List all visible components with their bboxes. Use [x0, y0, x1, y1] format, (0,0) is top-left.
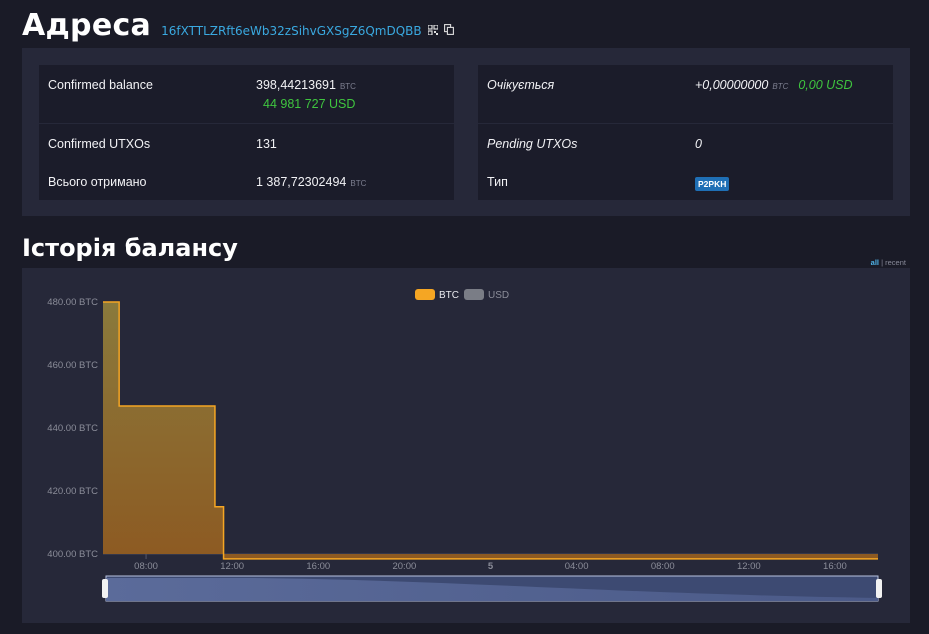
range-recent-link[interactable]: recent [885, 258, 906, 267]
y-tick-label: 420.00 BTC [47, 486, 98, 497]
x-tick-label: 04:00 [565, 561, 589, 572]
range-all-link[interactable]: all [871, 258, 879, 267]
expected-fiat: 0,00 USD [798, 78, 853, 92]
address-summary-panel: Confirmed balance 398,44213691 BTC 44 981… [22, 48, 910, 216]
x-tick-label: 12:00 [737, 561, 761, 572]
legend-swatch-usd [464, 289, 484, 300]
range-toggle: all | recent [871, 258, 906, 267]
balance-history-chart: 400.00 BTC 420.00 BTC 440.00 BTC 460.00 BTC… [22, 268, 910, 623]
legend-item-usd[interactable]: USD [464, 289, 509, 301]
x-tick-label: 08:00 [651, 561, 675, 572]
btc-unit: BTC [350, 179, 367, 188]
y-tick-label: 480.00 BTC [47, 297, 98, 308]
copy-icon[interactable] [443, 24, 454, 38]
type-cell: Тип P2PKH [478, 162, 893, 200]
confirmed-balance-label: Confirmed balance [48, 78, 153, 92]
expected-cell: Очікується +0,00000000 BTC 0,00 USD [478, 65, 893, 123]
x-tick-label: 5 [488, 561, 494, 572]
address-hash[interactable]: 16fXTTLZRft6eWb32zSihvGXSgZ6QmDQBB [161, 24, 422, 38]
x-tick-label: 20:00 [392, 561, 416, 572]
confirmed-utxos-value: 131 [256, 137, 277, 151]
x-tick-label: 08:00 [134, 561, 158, 572]
x-tick-label: 16:00 [823, 561, 847, 572]
legend-label-btc: BTC [439, 290, 459, 301]
expected-value: +0,00000000 BTC 0,00 USD [695, 78, 853, 92]
y-tick-label: 400.00 BTC [47, 549, 98, 560]
total-received-cell: Всього отримано 1 387,72302494 BTC [39, 162, 454, 200]
qr-code-icon[interactable] [427, 24, 439, 38]
pending-utxos-cell: Pending UTXOs 0 [478, 124, 893, 162]
total-received-value: 1 387,72302494 BTC [256, 175, 367, 189]
confirmed-balance-value: 398,44213691 BTC [256, 78, 356, 92]
chart-legend: BTC USD [415, 289, 509, 301]
legend-swatch-btc [415, 289, 435, 300]
btc-balance-area [103, 302, 878, 559]
range-navigator[interactable] [102, 575, 882, 602]
type-label: Тип [487, 175, 508, 189]
x-tick-label: 16:00 [306, 561, 330, 572]
btc-unit: BTC [772, 82, 789, 91]
confirmed-utxos-label: Confirmed UTXOs [48, 137, 151, 151]
type-value: P2PKH [695, 176, 730, 191]
pending-utxos-value: 0 [695, 137, 702, 151]
confirmed-balance-cell: Confirmed balance 398,44213691 BTC 44 981… [39, 65, 454, 123]
page-header: Адреса 16fXTTLZRft6eWb32zSihvGXSgZ6QmDQB… [22, 8, 454, 43]
legend-item-btc[interactable]: BTC [415, 289, 459, 301]
range-separator: | [881, 258, 884, 267]
confirmed-utxos-cell: Confirmed UTXOs 131 [39, 124, 454, 162]
legend-label-usd: USD [488, 290, 509, 301]
y-tick-label: 460.00 BTC [47, 360, 98, 371]
confirmed-balance-fiat: 44 981 727 USD [263, 97, 356, 111]
pending-utxos-label: Pending UTXOs [487, 137, 578, 151]
balance-history-title: Історія балансу [22, 234, 238, 262]
navigator-left-handle[interactable] [102, 579, 108, 598]
total-received-label: Всього отримано [48, 175, 147, 189]
expected-label: Очікується [487, 78, 555, 92]
balance-chart-svg: 400.00 BTC 420.00 BTC 440.00 BTC 460.00 BTC… [47, 289, 882, 602]
address-type-badge: P2PKH [695, 177, 730, 191]
x-tick-label: 12:00 [220, 561, 244, 572]
page-title: Адреса [22, 8, 152, 43]
navigator-right-handle[interactable] [876, 579, 882, 598]
btc-unit: BTC [339, 82, 356, 91]
y-tick-label: 440.00 BTC [47, 423, 98, 434]
